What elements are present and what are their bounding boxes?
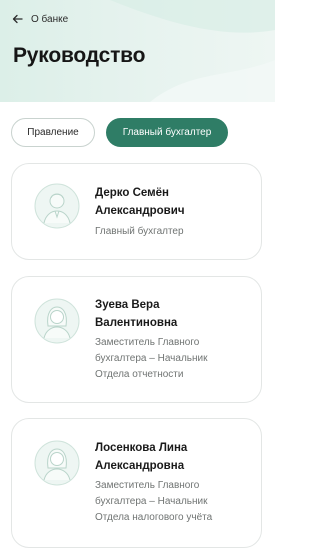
person-role: Заместитель Главного бухгалтера – Началь… (95, 478, 255, 526)
female-avatar-icon (34, 298, 80, 344)
tab-chief-accountant[interactable]: Главный бухгалтер (106, 118, 228, 147)
person-name-line1: Лосенкова Лина (95, 442, 188, 454)
male-avatar-icon (34, 183, 80, 229)
person-card[interactable]: Зуева Вера Валентиновна Заместитель Глав… (11, 276, 262, 403)
person-role-line: Отдела налогового учёта (95, 512, 213, 523)
page-header: О банке Руководство (0, 0, 275, 102)
female-avatar-icon (34, 440, 80, 486)
back-link-label: О банке (31, 13, 69, 25)
person-name-line1: Зуева Вера (95, 299, 160, 311)
page-title: Руководство (13, 44, 146, 67)
person-role-line: Заместитель Главного (95, 337, 200, 348)
person-card[interactable]: Дерко Семён Александрович Главный бухгал… (11, 163, 262, 260)
person-name: Дерко Семён Александрович (95, 184, 253, 220)
person-role-line: Заместитель Главного (95, 480, 200, 491)
person-name-line2: Александровна (95, 460, 185, 472)
tab-bar: Правление Главный бухгалтер (11, 118, 228, 147)
person-role: Главный бухгалтер (95, 224, 255, 240)
arrow-left-icon (12, 14, 23, 24)
person-role: Заместитель Главного бухгалтера – Началь… (95, 335, 255, 383)
person-role-line: Отдела отчетности (95, 369, 184, 380)
person-name-line2: Александрович (95, 205, 185, 217)
person-role-line: бухгалтера – Начальник (95, 496, 208, 507)
person-role-line: Главный бухгалтер (95, 226, 184, 237)
back-link[interactable]: О банке (12, 12, 68, 26)
tab-board[interactable]: Правление (11, 118, 95, 147)
person-card[interactable]: Лосенкова Лина Александровна Заместитель… (11, 418, 262, 548)
person-name: Зуева Вера Валентиновна (95, 296, 253, 332)
person-name: Лосенкова Лина Александровна (95, 439, 253, 475)
person-name-line2: Валентиновна (95, 317, 178, 329)
person-name-line1: Дерко Семён (95, 187, 169, 199)
person-role-line: бухгалтера – Начальник (95, 353, 208, 364)
